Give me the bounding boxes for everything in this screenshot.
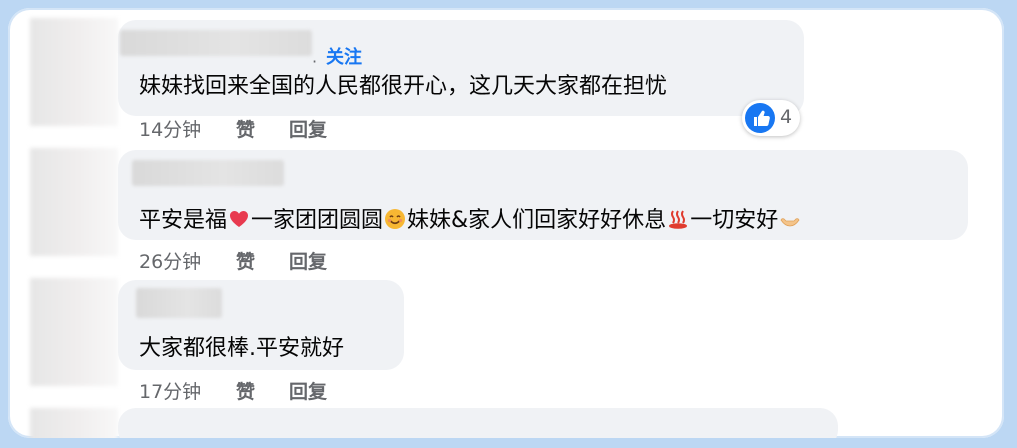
heart-icon [228,208,250,230]
reaction-count: 4 [780,106,793,128]
comment-text-part: 一家团团圆圆 [251,208,384,233]
smiling-face-icon [384,208,406,230]
avatar[interactable] [30,408,118,438]
reaction-summary[interactable]: 4 [742,100,800,136]
commenter-name-blurred[interactable] [120,30,312,56]
reply-button[interactable]: 回复 [289,377,327,404]
comment-time[interactable]: 14分钟 [139,115,201,142]
comment-text-part: 平安是福 [139,208,228,233]
commenter-name-blurred[interactable] [136,288,222,318]
palms-up-icon [779,208,801,230]
comment-text: 平安是福 一家团团圆圆 妹妹&家人们回家好好休息 一切安好 [139,202,802,234]
comment-bubble [118,408,838,438]
comment-text: 大家都很棒.平安就好 [139,336,344,361]
reply-button[interactable]: 回复 [289,115,327,142]
follow-button[interactable]: 关注 [326,43,362,69]
commenter-name-blurred[interactable] [132,160,284,186]
comment-text-part: 妹妹&家人们回家好好休息 [407,208,667,233]
avatar[interactable] [30,278,118,386]
avatar[interactable] [30,148,118,256]
comment-time[interactable]: 17分钟 [139,377,201,404]
comment-time[interactable]: 26分钟 [139,247,201,274]
comment-text-part: 一切安好 [690,208,779,233]
like-button[interactable]: 赞 [236,247,255,274]
like-button[interactable]: 赞 [236,377,255,404]
hot-springs-icon [667,208,689,230]
comment-text: 妹妹找回来全国的人民都很开心，这几天大家都在担忧 [139,74,668,99]
like-button[interactable]: 赞 [236,115,255,142]
avatar[interactable] [30,18,118,126]
comments-panel: · 关注 妹妹找回来全国的人民都很开心，这几天大家都在担忧 4 14分钟 赞 回… [8,8,1004,438]
thumbs-up-icon [745,103,775,133]
reply-button[interactable]: 回复 [289,247,327,274]
